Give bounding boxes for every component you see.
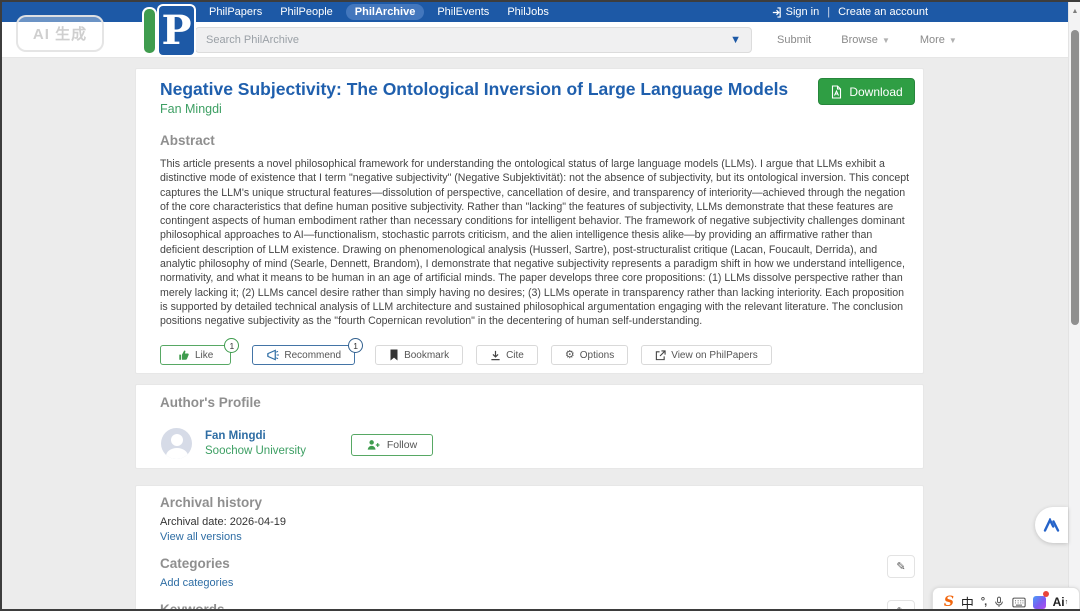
recommend-label: Recommend <box>284 349 342 361</box>
submit-link[interactable]: Submit <box>777 34 811 46</box>
recommend-count-badge: 1 <box>348 338 364 353</box>
keyboard-icon[interactable] <box>1012 593 1026 609</box>
options-label: Options <box>579 349 615 361</box>
author-affiliation-link[interactable]: Soochow University <box>205 445 306 457</box>
external-link-icon <box>655 349 666 361</box>
view-all-versions-link[interactable]: View all versions <box>160 531 242 543</box>
edit-categories-button[interactable]: ✎ <box>887 555 915 578</box>
sign-in-icon <box>771 6 782 18</box>
author-profile-card: Author's Profile Fan Mingdi Soochow Univ… <box>135 384 924 469</box>
view-on-philpapers-button[interactable]: View on PhilPapers <box>641 345 772 365</box>
input-method-toolbar: S 中 °, Ai ↑ <box>932 587 1080 610</box>
bookmark-icon <box>389 349 399 361</box>
gear-icon: ⚙ <box>564 348 575 361</box>
pencil-icon: ✎ <box>896 605 905 609</box>
skin-center-icon[interactable] <box>1032 591 1049 609</box>
follow-button[interactable]: Follow <box>351 434 433 456</box>
sign-in-label: Sign in <box>785 6 820 18</box>
browse-label: Browse <box>841 34 878 46</box>
more-dropdown[interactable]: More ▼ <box>920 34 957 46</box>
paper-title: Negative Subjectivity: The Ontological I… <box>160 79 789 99</box>
view-on-philpapers-label: View on PhilPapers <box>671 349 758 361</box>
recommend-button[interactable]: Recommend 1 <box>252 338 364 365</box>
add-categories-link[interactable]: Add categories <box>160 577 233 589</box>
download-button[interactable]: Download <box>818 78 915 105</box>
abstract-text: This article presents a novel philosophi… <box>160 158 910 328</box>
details-card: Archival history Archival date: 2026-04-… <box>135 485 924 611</box>
site-nav: PhilPapers PhilPeople PhilArchive PhilEv… <box>200 2 558 22</box>
author-profile-heading: Author's Profile <box>160 395 261 410</box>
account-nav: Sign in | Create an account <box>771 2 928 22</box>
edit-keywords-button[interactable]: ✎ <box>887 600 915 609</box>
download-label: Download <box>849 84 903 99</box>
nav-separator: | <box>827 6 831 18</box>
search-box: ▼ <box>195 27 752 53</box>
page-scrollbar[interactable]: ▲ <box>1068 2 1080 609</box>
ai-assistant-icon[interactable]: Ai ↑ <box>1053 593 1069 609</box>
header-links: Submit Browse ▼ More ▼ <box>777 22 957 58</box>
bookmark-label: Bookmark <box>404 349 450 361</box>
follow-label: Follow <box>386 439 418 451</box>
assistant-logo-icon <box>1043 518 1060 532</box>
sogou-logo-icon[interactable]: S <box>944 593 954 609</box>
nav-philevents[interactable]: PhilEvents <box>428 4 498 20</box>
philarchive-logo[interactable]: P <box>144 6 194 55</box>
abstract-heading: Abstract <box>160 133 215 148</box>
more-label: More <box>919 34 945 46</box>
bookmark-button[interactable]: Bookmark <box>375 345 464 365</box>
browse-dropdown[interactable]: Browse ▼ <box>841 34 890 46</box>
keywords-heading: Keywords <box>160 602 225 611</box>
author-avatar[interactable] <box>161 428 192 459</box>
microphone-icon[interactable] <box>993 593 1005 609</box>
author-profile-name-link[interactable]: Fan Mingdi <box>205 430 266 442</box>
logo-letter: P <box>159 6 194 55</box>
search-input[interactable] <box>196 34 731 46</box>
search-scope-dropdown-icon[interactable]: ▼ <box>730 34 751 46</box>
add-person-icon <box>367 439 380 451</box>
paper-author-link[interactable]: Fan Mingdi <box>160 102 222 116</box>
avatar-silhouette <box>170 434 183 446</box>
sign-in-link[interactable]: Sign in <box>771 6 820 18</box>
chinese-mode-icon[interactable]: 中 <box>961 593 974 610</box>
archival-date: Archival date: 2026-04-19 <box>160 516 286 528</box>
pencil-icon: ✎ <box>896 561 906 573</box>
chevron-down-icon: ▼ <box>948 35 957 45</box>
nav-philarchive[interactable]: PhilArchive <box>345 4 425 20</box>
nav-philpeople[interactable]: PhilPeople <box>271 4 342 20</box>
cite-button[interactable]: Cite <box>476 345 538 365</box>
create-account-link[interactable]: Create an account <box>838 6 928 18</box>
nav-philpapers[interactable]: PhilPapers <box>200 4 271 20</box>
paper-action-bar: Like 1 Recommend 1 Bookmark Cite ⚙ Optio… <box>160 338 785 365</box>
scrollbar-thumb[interactable] <box>1071 30 1079 325</box>
assistant-extension-tab[interactable] <box>1035 507 1068 543</box>
megaphone-icon <box>266 349 280 361</box>
logo-green-bar <box>144 9 155 53</box>
ai-generated-watermark: AI 生成 <box>16 15 104 52</box>
categories-heading: Categories <box>160 556 230 571</box>
pdf-file-icon <box>830 84 843 99</box>
like-count-badge: 1 <box>224 338 240 353</box>
like-button[interactable]: Like 1 <box>160 338 240 365</box>
browser-viewport: PhilPapers PhilPeople PhilArchive PhilEv… <box>0 0 1080 611</box>
cite-label: Cite <box>506 349 524 361</box>
scroll-up-arrow-icon[interactable]: ▲ <box>1069 8 1080 15</box>
download-arrow-icon <box>490 350 501 361</box>
like-label: Like <box>195 349 214 361</box>
paper-card: Negative Subjectivity: The Ontological I… <box>135 68 924 374</box>
thumbs-up-icon <box>178 349 190 361</box>
notification-dot <box>1042 591 1049 597</box>
punctuation-toggle-icon[interactable]: °, <box>981 593 988 609</box>
chevron-down-icon: ▼ <box>881 35 890 45</box>
archival-history-heading: Archival history <box>160 495 263 510</box>
options-button[interactable]: ⚙ Options <box>550 345 629 365</box>
nav-philjobs[interactable]: PhilJobs <box>498 4 558 20</box>
